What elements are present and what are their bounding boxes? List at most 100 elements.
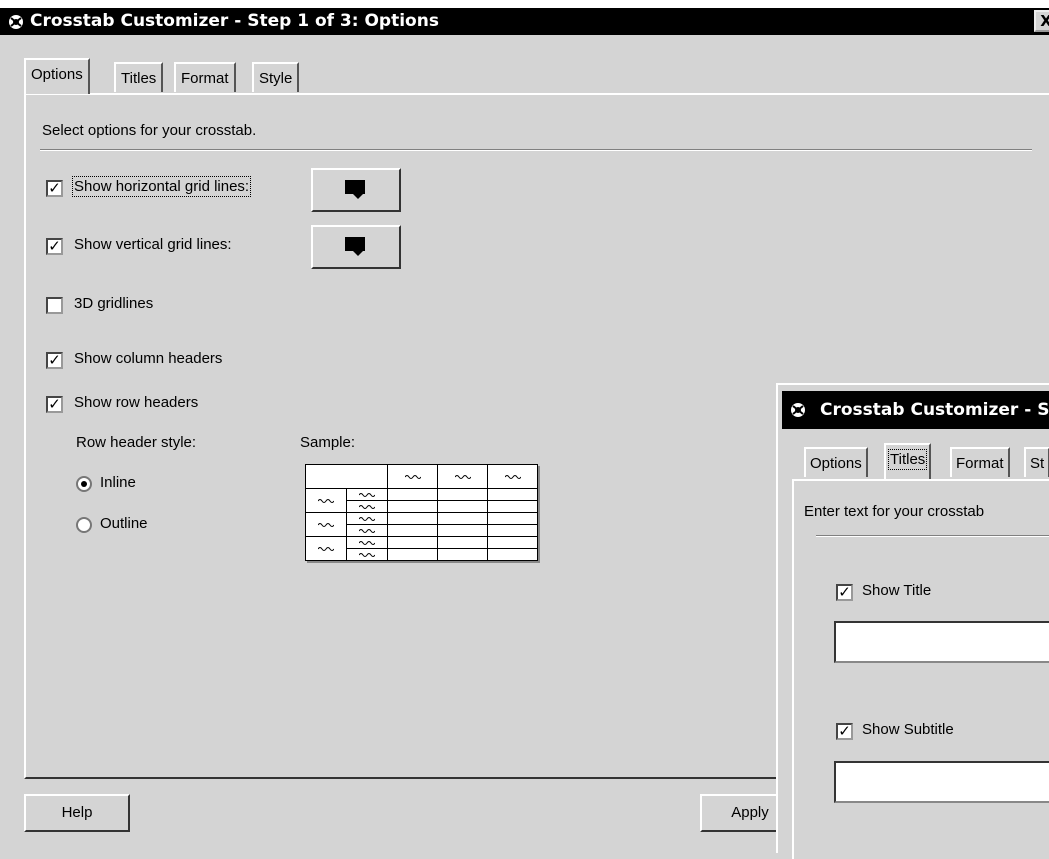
sample-cell xyxy=(487,500,538,513)
tab-options[interactable]: Options xyxy=(24,58,90,94)
tab-label: Format xyxy=(181,70,229,87)
placeholder-text-icon xyxy=(404,474,421,479)
tab-label: Options xyxy=(31,66,83,83)
top-strip xyxy=(0,0,1049,8)
sample-cell xyxy=(487,512,538,525)
tab-style[interactable]: Style xyxy=(252,62,300,92)
sample-label: Sample: xyxy=(300,434,356,451)
sample-preview-table xyxy=(305,464,538,561)
tab-label: Titles xyxy=(121,70,157,87)
placeholder-text-icon xyxy=(359,516,375,521)
3d-gridlines-label: 3D gridlines xyxy=(74,295,154,312)
sample-cell xyxy=(387,512,438,525)
subtitle-input[interactable] xyxy=(834,761,1049,803)
sample-cell xyxy=(387,524,438,537)
sample-cell xyxy=(487,548,538,561)
sample-cell xyxy=(487,488,538,501)
placeholder-text-icon xyxy=(359,552,375,557)
sample-cell xyxy=(487,524,538,537)
outline-radio[interactable] xyxy=(76,517,92,533)
title-bar: Crosstab Customizer - Step 1 of 3: Optio… xyxy=(0,8,1049,35)
placeholder-text-icon xyxy=(318,522,334,527)
separator xyxy=(816,535,1049,537)
row-headers-checkbox[interactable]: ✓ xyxy=(46,396,63,413)
titles-instruction: Enter text for your crosstab xyxy=(804,503,985,520)
tab-label: St xyxy=(1030,455,1045,472)
column-headers-label: Show column headers xyxy=(74,350,223,367)
tab-label: Titles xyxy=(887,449,928,470)
tab-label: Style xyxy=(259,70,293,87)
horizontal-grid-checkbox[interactable]: ✓ xyxy=(46,180,63,197)
app-icon xyxy=(9,15,23,29)
tab-label: Format xyxy=(956,455,1004,472)
sample-subrow-header xyxy=(346,488,388,501)
color-picker-icon xyxy=(345,237,365,256)
sample-cell xyxy=(437,488,488,501)
instruction-text: Select options for your crosstab. xyxy=(42,122,257,139)
sample-cell xyxy=(387,500,438,513)
app-icon xyxy=(791,403,805,417)
sample-col-header xyxy=(487,464,538,489)
title-input[interactable] xyxy=(834,621,1049,663)
inline-label: Inline xyxy=(100,474,136,491)
sample-cell xyxy=(437,500,488,513)
sample-col-header xyxy=(387,464,438,489)
inline-radio[interactable] xyxy=(76,476,92,492)
show-title-checkbox[interactable]: ✓ xyxy=(836,584,853,601)
sample-row-header xyxy=(305,488,347,513)
horizontal-grid-color-button[interactable] xyxy=(311,168,401,212)
show-subtitle-label: Show Subtitle xyxy=(862,721,954,738)
outline-label: Outline xyxy=(100,515,148,532)
vertical-grid-color-button[interactable] xyxy=(311,225,401,269)
tab-titles[interactable]: Titles xyxy=(114,62,164,92)
sample-cell xyxy=(437,548,488,561)
vertical-grid-checkbox[interactable]: ✓ xyxy=(46,238,63,255)
horizontal-grid-label-text: Show horizontal grid lines: xyxy=(74,178,250,195)
3d-gridlines-checkbox[interactable] xyxy=(46,297,63,314)
help-button[interactable]: Help xyxy=(24,794,130,832)
titles-dialog: Crosstab Customizer - S Options Titles F… xyxy=(776,383,1049,859)
placeholder-text-icon xyxy=(359,492,375,497)
sample-cell xyxy=(387,548,438,561)
tab-label: Options xyxy=(810,455,862,472)
sample-row-header xyxy=(305,512,347,537)
help-button-label: Help xyxy=(61,804,93,821)
dlg2-tab-titles[interactable]: Titles xyxy=(884,443,932,479)
placeholder-text-icon xyxy=(454,474,471,479)
radio-selected-dot xyxy=(81,481,87,487)
placeholder-text-icon xyxy=(504,474,521,479)
dlg2-tab-options[interactable]: Options xyxy=(804,447,868,477)
tab-format[interactable]: Format xyxy=(174,62,236,92)
sample-cell xyxy=(387,488,438,501)
column-headers-checkbox[interactable]: ✓ xyxy=(46,352,63,369)
sample-cell xyxy=(387,536,438,549)
placeholder-text-icon xyxy=(359,528,375,533)
sample-subrow-header xyxy=(346,548,388,561)
color-picker-icon xyxy=(345,180,365,199)
row-header-style-label: Row header style: xyxy=(76,434,197,451)
sample-cell xyxy=(437,512,488,525)
horizontal-grid-label: Show horizontal grid lines: xyxy=(71,176,252,197)
placeholder-text-icon xyxy=(318,498,334,503)
placeholder-text-icon xyxy=(318,546,334,551)
placeholder-text-icon xyxy=(359,504,375,509)
show-subtitle-checkbox[interactable]: ✓ xyxy=(836,723,853,740)
dlg2-tab-format[interactable]: Format xyxy=(950,447,1010,477)
window-title: Crosstab Customizer - Step 1 of 3: Optio… xyxy=(30,11,439,31)
titles-dialog-title-bar: Crosstab Customizer - S xyxy=(782,391,1049,429)
sample-subrow-header xyxy=(346,500,388,513)
sample-cell xyxy=(437,524,488,537)
show-title-label: Show Title xyxy=(862,582,932,599)
row-headers-label: Show row headers xyxy=(74,394,199,411)
sample-cell xyxy=(437,536,488,549)
close-button[interactable]: X xyxy=(1034,10,1049,32)
dlg2-tab-style[interactable]: St xyxy=(1024,447,1049,477)
sample-corner-cell xyxy=(305,464,388,489)
titles-dialog-title: Crosstab Customizer - S xyxy=(820,400,1049,420)
sample-subrow-header xyxy=(346,536,388,549)
sample-subrow-header xyxy=(346,524,388,537)
apply-button-label: Apply xyxy=(731,804,769,821)
sample-col-header xyxy=(437,464,488,489)
sample-cell xyxy=(487,536,538,549)
sample-row-header xyxy=(305,536,347,561)
